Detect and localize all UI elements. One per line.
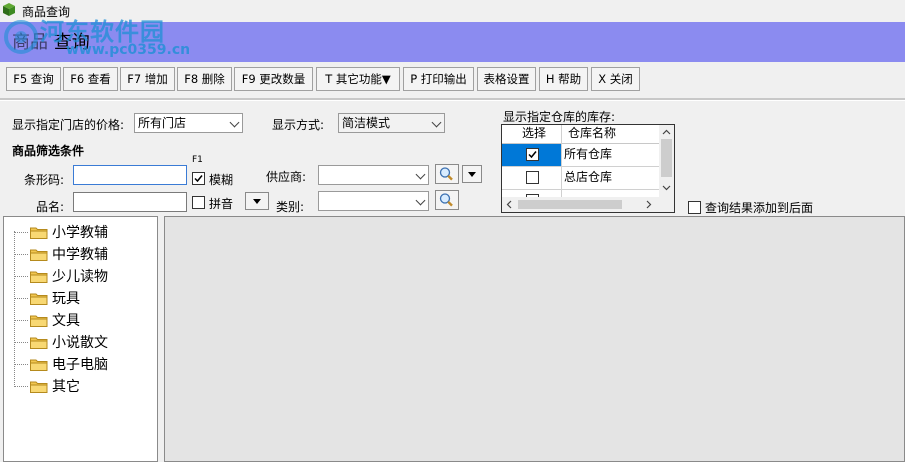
check-icon <box>194 175 203 183</box>
tree-connector <box>14 276 28 277</box>
tree-item-label: 文具 <box>52 313 80 329</box>
triangle-down-icon <box>253 199 261 204</box>
category-search-button[interactable] <box>435 190 459 210</box>
folder-icon <box>30 380 48 396</box>
category-label: 类别: <box>276 200 305 214</box>
tree-item-label: 玩具 <box>52 291 80 307</box>
header-banner: 商品 查询 河东软件园 www.pc0359.cn <box>0 17 905 62</box>
fuzzy-checkbox[interactable] <box>192 172 205 185</box>
tree-connector <box>14 298 28 299</box>
tree-connector <box>14 386 28 387</box>
watermark-url: www.pc0359.cn <box>66 42 191 58</box>
pinyin-checkbox[interactable] <box>192 196 205 209</box>
scrollbar-arrows-icon <box>506 200 652 209</box>
toolbar: F5 查询 F6 查看 F7 增加 F8 删除 F9 更改数量 T 其它功能▼ … <box>0 64 905 98</box>
vertical-scrollbar[interactable] <box>659 125 674 197</box>
col-warehouse-name: 仓库名称 <box>568 126 617 140</box>
name-input[interactable] <box>73 192 187 212</box>
search-icon <box>439 193 453 207</box>
tree-item-label: 其它 <box>52 379 80 395</box>
fuzzy-label: 模糊 <box>209 173 234 187</box>
warehouse-grid-header: 选择 仓库名称 <box>502 125 660 144</box>
app-icon <box>3 3 15 16</box>
folder-icon <box>30 270 48 286</box>
triangle-down-icon <box>468 172 476 177</box>
folder-icon <box>30 358 48 374</box>
supplier-select[interactable] <box>318 165 429 185</box>
table-settings-button[interactable]: 表格设置 <box>477 67 536 91</box>
chevron-down-icon <box>229 117 240 128</box>
folder-icon <box>30 226 48 242</box>
supplier-search-button[interactable] <box>435 164 459 184</box>
folder-icon <box>30 336 48 352</box>
close-button[interactable]: X 关闭 <box>591 67 640 91</box>
change-qty-button[interactable]: F9 更改数量 <box>234 67 313 91</box>
folder-icon <box>30 248 48 264</box>
tree-item-label: 小学教辅 <box>52 225 108 241</box>
chevron-down-icon <box>431 117 442 128</box>
view-button[interactable]: F6 查看 <box>63 67 118 91</box>
row-checkbox[interactable] <box>526 171 539 184</box>
chevron-down-icon <box>415 169 426 180</box>
pinyin-dropdown-button[interactable] <box>245 192 269 210</box>
delete-button[interactable]: F8 删除 <box>177 67 232 91</box>
col-select: 选择 <box>522 126 547 140</box>
barcode-input[interactable] <box>73 165 187 185</box>
tree-connector <box>14 342 28 343</box>
chevron-down-icon <box>415 195 426 206</box>
warehouse-label: 显示指定仓库的库存: <box>503 110 616 124</box>
append-results-checkbox[interactable] <box>688 201 701 214</box>
warehouse-grid[interactable]: 选择 仓库名称 所有仓库 总店仓库 <box>501 124 675 213</box>
scrollbar-arrows-icon <box>661 129 672 191</box>
watermark-logo-icon <box>4 20 38 54</box>
tree-connector <box>14 254 28 255</box>
check-icon <box>528 151 537 159</box>
supplier-label: 供应商: <box>266 170 307 184</box>
toolbar-divider <box>0 98 905 101</box>
store-price-value: 所有门店 <box>138 116 187 130</box>
f1-hint: F1 <box>192 155 203 165</box>
table-row[interactable]: 总店仓库 <box>502 167 660 190</box>
results-panel <box>164 216 905 462</box>
name-label: 品名: <box>36 200 65 214</box>
store-price-label: 显示指定门店的价格: <box>12 118 125 132</box>
supplier-dropdown-button[interactable] <box>462 165 482 183</box>
category-select[interactable] <box>318 191 429 211</box>
folder-icon <box>30 292 48 308</box>
tree-connector <box>14 232 28 233</box>
category-tree: 小学教辅中学教辅少儿读物玩具文具小说散文电子电脑其它 <box>3 216 158 462</box>
tree-item-label: 中学教辅 <box>52 247 108 263</box>
filter-section-title: 商品筛选条件 <box>12 144 85 158</box>
add-button[interactable]: F7 增加 <box>120 67 175 91</box>
search-icon <box>439 167 453 181</box>
warehouse-name: 总店仓库 <box>564 170 613 184</box>
tree-item-label: 电子电脑 <box>52 357 108 373</box>
barcode-label: 条形码: <box>24 173 65 187</box>
tree-connector <box>14 364 28 365</box>
display-mode-label: 显示方式: <box>272 118 325 132</box>
folder-icon <box>30 314 48 330</box>
tree-item-label: 少儿读物 <box>52 269 108 285</box>
query-button[interactable]: F5 查询 <box>6 67 61 91</box>
tree-connector <box>14 320 28 321</box>
warehouse-name: 所有仓库 <box>564 147 613 161</box>
other-functions-button[interactable]: T 其它功能▼ <box>316 67 400 91</box>
store-price-select[interactable]: 所有门店 <box>134 113 243 133</box>
pinyin-label: 拼音 <box>209 197 234 211</box>
row-checkbox[interactable] <box>526 148 539 161</box>
column-divider <box>561 125 562 197</box>
horizontal-scrollbar[interactable] <box>502 197 674 212</box>
print-button[interactable]: P 打印输出 <box>403 67 474 91</box>
append-results-label: 查询结果添加到后面 <box>705 201 814 215</box>
display-mode-select[interactable]: 简洁模式 <box>338 113 445 133</box>
table-row[interactable]: 所有仓库 <box>502 144 660 167</box>
help-button[interactable]: H 帮助 <box>539 67 588 91</box>
tree-item-label: 小说散文 <box>52 335 108 351</box>
display-mode-value: 简洁模式 <box>342 116 391 130</box>
